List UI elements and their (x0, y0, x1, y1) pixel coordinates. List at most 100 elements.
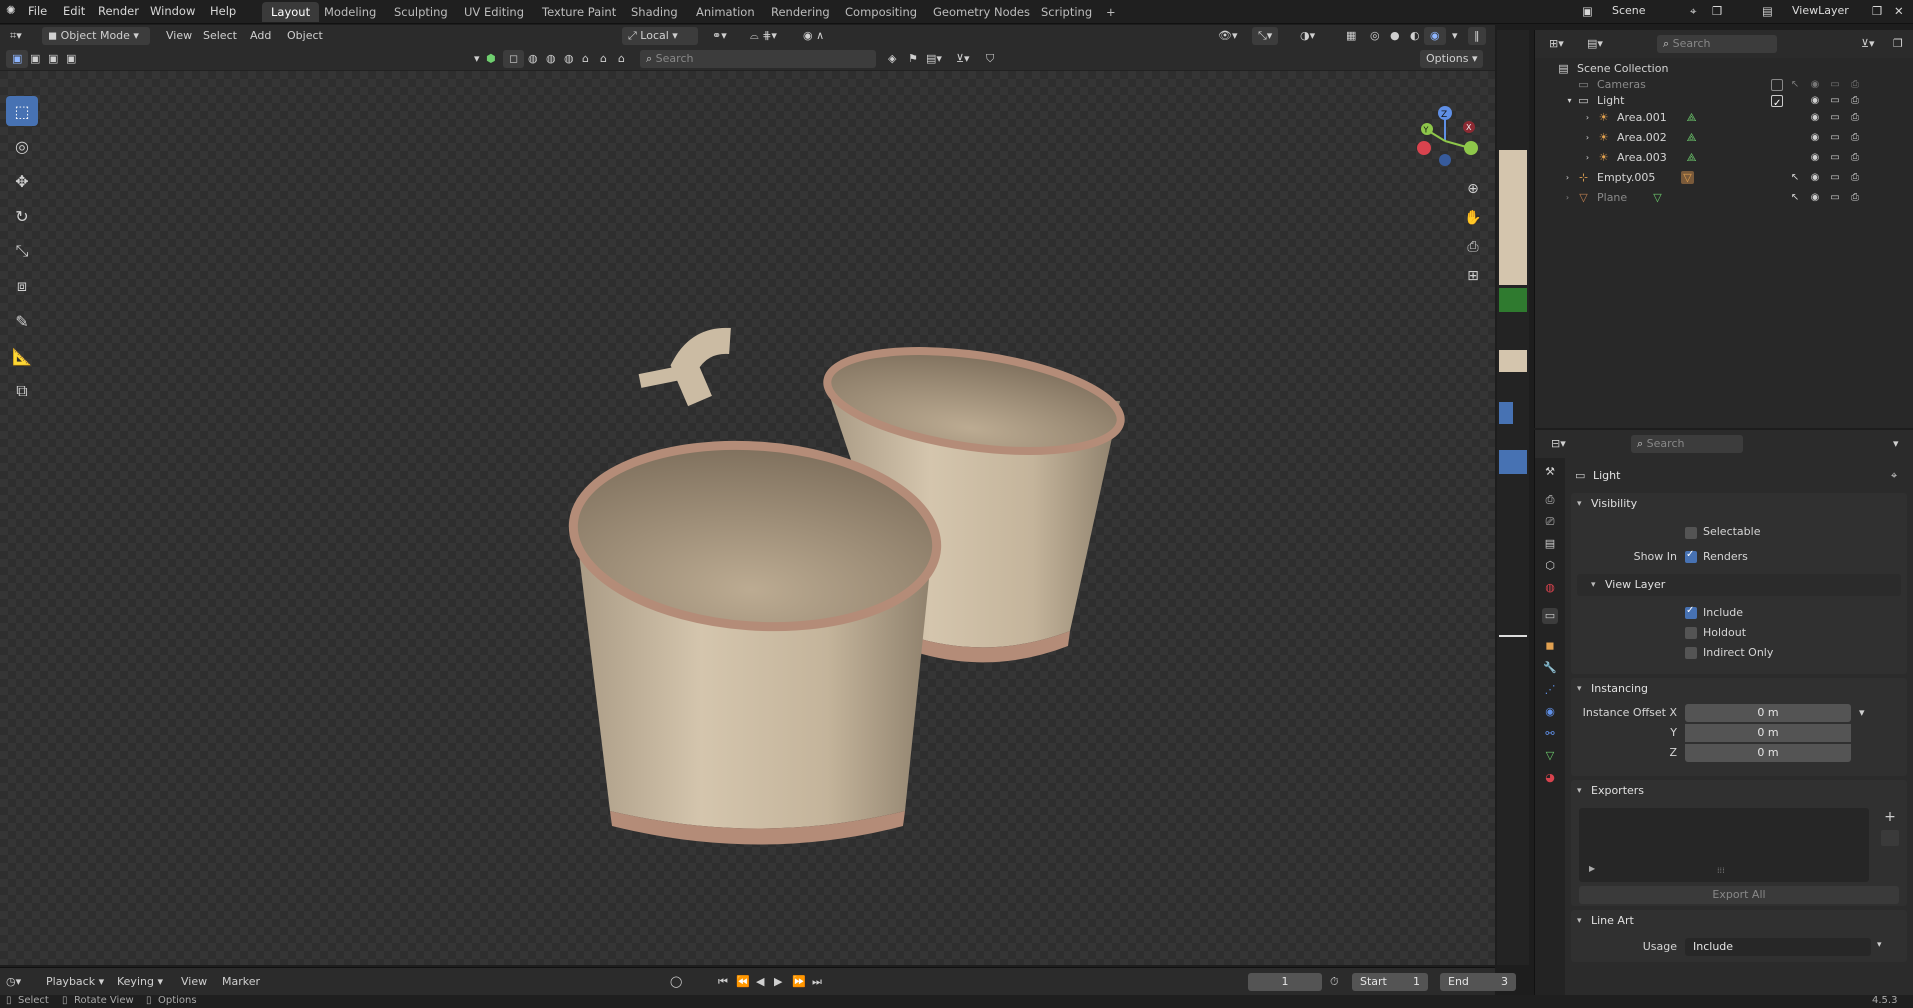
xray-icon[interactable]: ▦ (1340, 27, 1362, 45)
instancing-panel-header[interactable]: ▾ Instancing (1571, 678, 1648, 700)
world-tab-icon[interactable]: ◍ (1542, 580, 1558, 596)
render-toggle-icon[interactable]: ⎙ (1847, 128, 1863, 148)
exporters-panel-header[interactable]: ▾ Exporters (1571, 780, 1644, 802)
play-reverse-icon[interactable]: ◀ (756, 972, 764, 992)
new-scene-icon[interactable]: ❐ (1712, 4, 1722, 18)
overlay-toggle-icon[interactable]: ◑▾ (1294, 27, 1321, 45)
jump-keyframe-back-icon[interactable]: ⏪ (736, 972, 750, 992)
tool-tab-icon[interactable]: ⚒ (1542, 464, 1558, 480)
tab-uv-editing[interactable]: UV Editing (455, 2, 533, 22)
snap-icon[interactable]: ⌓ ⋕▾ (744, 27, 783, 45)
renders-checkbox[interactable] (1685, 549, 1697, 563)
tab-layout[interactable]: Layout (262, 2, 320, 22)
transform-tool-icon[interactable]: ⧈ (6, 271, 38, 301)
viewport-toggle-icon[interactable]: ▭ (1827, 108, 1843, 128)
data-tab-icon[interactable]: ▽ (1542, 748, 1558, 764)
instance-offset-z-field[interactable]: 0 m (1685, 744, 1851, 762)
tab-scripting[interactable]: Scripting (1032, 2, 1101, 22)
gizmo-toggle-icon[interactable]: ⤡▾ (1252, 27, 1279, 45)
chevron-down-icon[interactable]: ▾ (1859, 706, 1865, 719)
tab-geometry-nodes[interactable]: Geometry Nodes (924, 2, 1039, 22)
tab-modeling[interactable]: Modeling (315, 2, 385, 22)
expand-chevron-icon[interactable]: › (1581, 151, 1594, 164)
resize-handle-icon[interactable]: ⁞⁞⁞ (1717, 866, 1725, 875)
object-types-icon[interactable]: ⬢ (480, 50, 502, 68)
camera-view-icon[interactable]: ⎙ (1460, 234, 1486, 260)
light-data-icon[interactable]: ⟁ (1685, 151, 1698, 164)
new-view-layer-icon[interactable]: ❐ (1872, 4, 1882, 18)
marker-menu[interactable]: Marker (222, 972, 260, 992)
stopwatch-icon[interactable]: ⏱ (1330, 972, 1339, 992)
scene-name[interactable]: Scene (1612, 4, 1646, 17)
camera-filter-icon[interactable]: ⌂ (594, 50, 613, 68)
viewport-toggle-icon[interactable]: ▭ (1827, 168, 1843, 188)
pin-icon[interactable]: ⌖ (1891, 469, 1897, 483)
collection-tab-icon[interactable]: ▭ (1542, 608, 1558, 624)
scene-tab-icon[interactable]: ⬡ (1542, 558, 1558, 574)
menu-window[interactable]: Window (150, 4, 195, 18)
keying-menu[interactable]: Keying ▾ (117, 972, 163, 992)
eye-icon[interactable]: ◉ (1807, 148, 1823, 168)
viewport-toggle-icon[interactable]: ▭ (1827, 148, 1843, 168)
jump-end-icon[interactable]: ⏭ (812, 972, 822, 992)
modifier-icon[interactable]: ▽ (1681, 171, 1694, 184)
eye-icon[interactable]: ◉ (1807, 128, 1823, 148)
filter-icon[interactable]: ⊻▾ (950, 50, 976, 68)
options-dropdown[interactable]: Options ▾ (1420, 50, 1484, 68)
new-collection-icon[interactable]: ❐ (1887, 35, 1909, 53)
view-layer-subpanel-header[interactable]: ▾ View Layer (1577, 574, 1901, 596)
end-frame-field[interactable]: End 3 (1440, 973, 1516, 991)
cursor-tool-icon[interactable]: ◎ (6, 131, 38, 161)
zoom-icon[interactable]: ⊕ (1460, 176, 1486, 202)
start-frame-field[interactable]: Start 1 (1352, 973, 1428, 991)
add-workspace-icon[interactable]: + (1097, 2, 1125, 22)
swatch-green[interactable] (1499, 288, 1527, 312)
tab-animation[interactable]: Animation (687, 2, 764, 22)
indirect-only-checkbox[interactable] (1685, 647, 1697, 659)
pin-icon[interactable]: ⌖ (1690, 4, 1696, 19)
current-frame-field[interactable]: 1 (1248, 973, 1322, 991)
instance-offset-y-field[interactable]: 0 m (1685, 724, 1851, 742)
shading-options-icon[interactable]: ▾ (1446, 27, 1464, 45)
outliner-filter-icon[interactable]: ⊻▾ (1855, 35, 1881, 53)
render-toggle-icon[interactable]: ⎙ (1847, 188, 1863, 208)
view-layer-name[interactable]: ViewLayer (1792, 4, 1849, 17)
eye-icon[interactable]: ◉ (1807, 168, 1823, 188)
shading-material-icon[interactable]: ◐ (1404, 27, 1426, 45)
outliner-row-empty-005[interactable]: › ⊹ Empty.005 ▽ ↖ ◉ ▭ ⎙ (1535, 168, 1913, 188)
render-tab-icon[interactable]: ⎙ (1542, 492, 1558, 508)
pause-render-icon[interactable]: ‖ (1468, 27, 1486, 45)
viewport-search-input[interactable]: ⌕ Search (640, 50, 876, 68)
editor-type-icon[interactable]: ⌗▾ (4, 27, 28, 45)
select-box-tool-icon[interactable]: ⬚ (6, 96, 38, 126)
swatch-beige[interactable] (1499, 150, 1527, 285)
mesh-filter-icon[interactable]: ◻ (503, 50, 525, 68)
shield-icon[interactable]: ⛉ (980, 50, 1000, 68)
viewport-toggle-icon[interactable]: ▭ (1827, 188, 1843, 208)
light-data-icon[interactable]: ⟁ (1685, 131, 1698, 144)
select-mode-intersect-icon[interactable]: ▣ (60, 50, 82, 68)
add-exporter-button[interactable]: + (1881, 808, 1899, 826)
material-tab-icon[interactable]: ◕ (1542, 770, 1558, 786)
expand-chevron-icon[interactable]: › (1561, 171, 1574, 184)
light-data-icon[interactable]: ⟁ (1685, 111, 1698, 124)
swatch-beige-small[interactable] (1499, 350, 1527, 372)
properties-search-input[interactable]: ⌕ Search (1631, 435, 1743, 453)
usage-dropdown[interactable]: Include (1685, 938, 1871, 956)
swatch-blue[interactable] (1499, 450, 1527, 474)
pivot-icon[interactable]: ⚭▾ (706, 27, 733, 45)
properties-editor-type-icon[interactable]: ⊟▾ (1545, 435, 1572, 453)
shading-solid-icon[interactable]: ● (1384, 27, 1406, 45)
selectable-checkbox[interactable] (1685, 527, 1697, 539)
constraints-tab-icon[interactable]: ⚯ (1542, 726, 1558, 742)
outliner-row-plane[interactable]: › ▽ Plane ▽ ↖ ◉ ▭ ⎙ (1535, 188, 1913, 208)
mode-selector[interactable]: ◼ Object Mode ▾ (42, 27, 150, 45)
object-tab-icon[interactable]: ◼ (1542, 638, 1558, 654)
mesh-data-icon[interactable]: ▽ (1651, 191, 1664, 204)
menu-edit[interactable]: Edit (63, 4, 85, 18)
visibility-panel-header[interactable]: ▾ Visibility (1571, 493, 1637, 515)
include-checkbox[interactable] (1771, 94, 1783, 114)
view-layer-tab-icon[interactable]: ▤ (1542, 536, 1558, 552)
render-toggle-icon[interactable]: ⎙ (1847, 108, 1863, 128)
menu-help[interactable]: Help (210, 4, 236, 18)
